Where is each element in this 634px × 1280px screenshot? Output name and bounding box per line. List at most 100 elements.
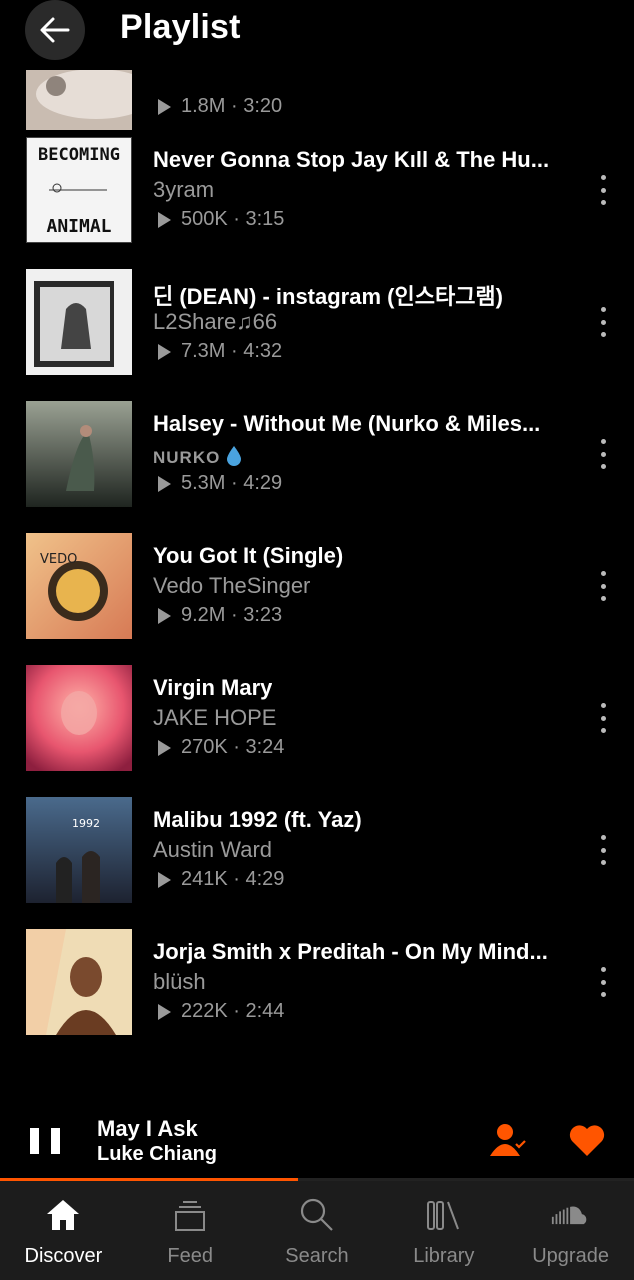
mini-player[interactable]: May I Ask Luke Chiang [0,1100,634,1180]
nav-label: Discover [24,1245,103,1267]
arrow-left-icon [40,17,70,43]
play-count: 500K [181,208,228,230]
track-artwork: VEDO [26,533,132,639]
track-artwork: 1992 [26,797,132,903]
art-text: 1992 [72,817,100,830]
soundcloud-icon [551,1195,591,1235]
now-playing-artist[interactable]: Luke Chiang [97,1143,217,1166]
user-check-icon [490,1124,526,1156]
follow-artist-button[interactable] [488,1120,528,1160]
duration: 3:20 [243,95,283,117]
play-count: 270K [181,736,228,758]
track-row[interactable]: Halsey - Without Me (Nurko & Miles... NU… [0,401,634,511]
nav-feed[interactable]: Feed [127,1181,254,1280]
track-stats: 1.8M · 3:20 [158,95,282,118]
more-options-icon[interactable] [595,175,611,205]
track-artist[interactable]: Vedo TheSinger [153,573,310,599]
track-artwork [26,929,132,1035]
track-title[interactable]: 딘 (DEAN) - instagram (인스타그램) [153,279,503,311]
play-count-icon [158,739,171,756]
play-count: 241K [181,868,228,890]
play-count-icon [158,211,171,228]
track-title[interactable]: Virgin Mary [153,675,272,701]
track-artist[interactable]: 3yram [153,177,214,203]
track-title[interactable]: Malibu 1992 (ft. Yaz) [153,807,362,833]
track-artwork [26,269,132,375]
track-stats: 5.3M · 4:29 [158,472,282,495]
now-playing-title[interactable]: May I Ask [97,1116,198,1142]
track-stats: 241K · 4:29 [158,868,284,891]
play-count-icon [158,871,171,888]
track-artwork [26,665,132,771]
duration: 4:29 [245,868,285,890]
search-icon [297,1195,337,1235]
nav-library[interactable]: Library [380,1181,507,1280]
duration: 3:23 [243,604,283,626]
track-row[interactable]: 1992 Malibu 1992 (ft. Yaz) Austin Ward 2… [0,797,634,907]
play-count: 9.2M [181,604,226,626]
track-title[interactable]: You Got It (Single) [153,543,343,569]
track-row[interactable]: Jorja Smith x Preditah - On My Mind... b… [0,929,634,1039]
track-stats: 9.2M · 3:23 [158,604,282,627]
duration: 4:29 [243,472,283,494]
verified-drop-icon [226,446,242,468]
play-count-icon [158,98,171,115]
nav-search[interactable]: Search [254,1181,381,1280]
more-options-icon[interactable] [595,967,611,997]
nav-label: Library [413,1245,475,1267]
nav-label: Feed [167,1245,213,1267]
track-artist[interactable]: blüsh [153,969,206,995]
track-stats: 500K · 3:15 [158,208,284,231]
play-count-icon [158,1003,171,1020]
track-row[interactable]: Virgin Mary JAKE HOPE 270K · 3:24 [0,665,634,775]
home-icon [43,1195,83,1235]
track-artist[interactable]: L2Share♫66 [153,309,277,335]
track-artist[interactable]: JAKE HOPE [153,705,276,731]
page-title: Playlist [120,8,241,46]
track-row[interactable]: VEDO You Got It (Single) Vedo TheSinger … [0,533,634,643]
more-options-icon[interactable] [595,703,611,733]
artist-name: NURKO [153,448,221,467]
nav-upgrade[interactable]: Upgrade [507,1181,634,1280]
duration: 2:44 [245,1000,285,1022]
nav-label: Search [285,1245,349,1267]
play-count: 5.3M [181,472,226,494]
track-title[interactable]: Jorja Smith x Preditah - On My Mind... [153,939,548,965]
library-icon [424,1195,464,1235]
art-text: VEDO [40,552,77,567]
more-options-icon[interactable] [595,439,611,469]
more-options-icon[interactable] [595,571,611,601]
track-artwork: BECOMING ANIMAL [26,137,132,243]
track-row[interactable]: BECOMING ANIMAL Never Gonna Stop Jay Kıl… [0,137,634,247]
track-row[interactable]: 딘 (DEAN) - instagram (인스타그램) L2Share♫66 … [0,269,634,379]
track-stats: 222K · 2:44 [158,1000,284,1023]
play-count: 222K [181,1000,228,1022]
nav-discover[interactable]: Discover [0,1181,127,1280]
heart-icon [569,1125,605,1156]
duration: 3:15 [245,208,285,230]
feed-icon [170,1195,210,1235]
track-stats: 270K · 3:24 [158,736,284,759]
track-title[interactable]: Halsey - Without Me (Nurko & Miles... [153,411,540,437]
back-button[interactable] [25,0,85,60]
duration: 3:24 [245,736,285,758]
art-text-top: BECOMING [38,145,120,165]
nav-label: Upgrade [532,1245,609,1267]
like-button[interactable] [568,1122,608,1160]
track-artwork [26,401,132,507]
duration: 4:32 [243,340,283,362]
pause-button[interactable] [30,1128,60,1156]
bottom-navigation: Discover Feed Search Library Upgrade [0,1181,634,1280]
play-count-icon [158,343,171,360]
track-title[interactable]: Never Gonna Stop Jay Kıll & The Hu... [153,147,549,173]
more-options-icon[interactable] [595,835,611,865]
play-count: 7.3M [181,340,226,362]
track-artist[interactable]: NURKO [153,445,242,469]
play-count: 1.8M [181,95,226,117]
art-text-bottom: ANIMAL [46,216,111,237]
play-count-icon [158,475,171,492]
track-stats: 7.3M · 4:32 [158,340,282,363]
track-artist[interactable]: Austin Ward [153,837,272,863]
top-bar: Playlist [0,0,634,70]
more-options-icon[interactable] [595,307,611,337]
